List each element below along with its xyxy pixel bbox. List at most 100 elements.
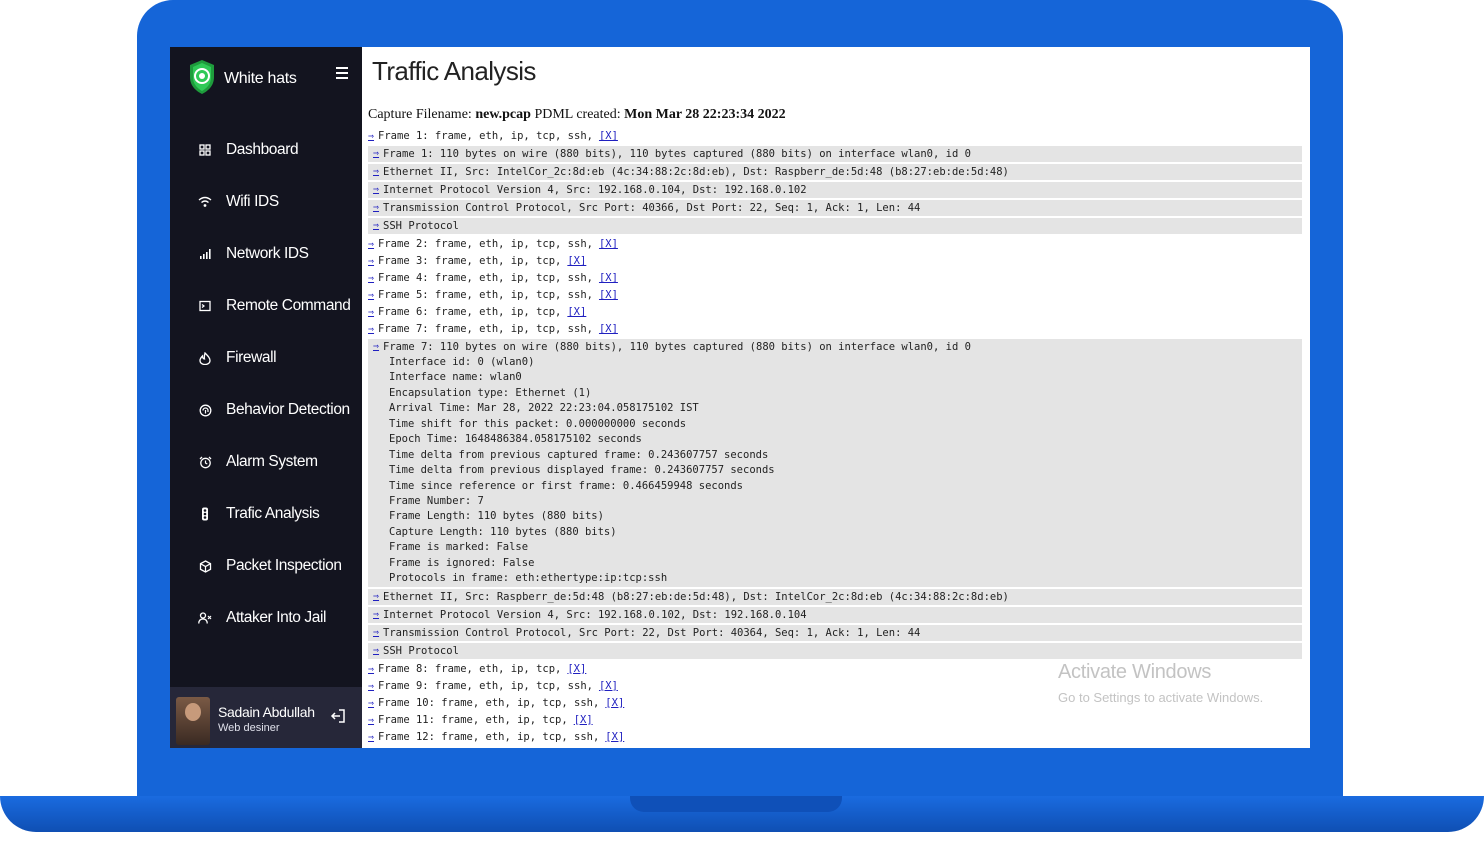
sidebar-item-dashboard[interactable]: Dashboard [170,124,362,176]
collapse-link[interactable]: [X] [599,236,618,253]
expand-arrow-icon[interactable]: ⇒ [373,146,379,162]
frame-field: Protocols in frame: eth:ethertype:ip:tcp… [389,572,668,585]
sidebar-item-attacker-into-jail[interactable]: Attaker Into Jail [170,592,362,644]
detail-text: Ethernet II, Src: Raspberr_de:5d:48 (b8:… [383,590,1009,603]
app-window: White hats Dashboard Wifi IDS Network ID… [170,47,1310,748]
frame-summary: Frame 8: frame, eth, ip, tcp, [378,662,562,675]
detail-row: ⇒ Transmission Control Protocol, Src Port… [368,624,1302,641]
expand-arrow-icon[interactable]: ⇒ [373,625,379,641]
capture-filename-label: Capture Filename: [368,107,472,122]
expand-arrow-icon[interactable]: ⇒ [373,200,379,216]
sidebar-item-traffic-analysis[interactable]: Trafic Analysis [170,488,362,540]
user-profile: Sadain Abdullah Web desiner [170,687,362,748]
package-icon [198,559,212,573]
frame-row: ⇒ Frame 5: frame, eth, ip, tcp, ssh, [X] [368,287,1302,304]
frame-row: ⇒ Frame 7: frame, eth, ip, tcp, ssh, [X] [368,321,1302,338]
traffic-light-icon [198,507,212,521]
collapse-link[interactable]: [X] [567,253,586,270]
logout-icon[interactable] [330,708,346,724]
brand[interactable]: White hats [188,59,297,99]
user-remove-icon [198,611,212,625]
collapse-link[interactable]: [X] [599,270,618,287]
detail-text: Internet Protocol Version 4, Src: 192.16… [383,608,807,621]
detail-head: ⇒ Frame 7: 110 bytes on wire (880 bits), … [373,339,1302,355]
expand-arrow-icon[interactable]: ⇒ [373,607,379,623]
expand-arrow-icon[interactable]: ⇒ [368,270,374,287]
frame-row: ⇒ Frame 2: frame, eth, ip, tcp, ssh, [X] [368,236,1302,253]
capture-info: Capture Filename: new.pcap PDML created:… [368,107,786,123]
sidebar-item-network-ids[interactable]: Network IDS [170,228,362,280]
expand-arrow-icon[interactable]: ⇒ [368,678,374,695]
frame-row: ⇒ Frame 12: frame, eth, ip, tcp, ssh, [X] [368,729,1302,746]
profile-role: Web desiner [218,722,280,734]
expand-arrow-icon[interactable]: ⇒ [368,128,374,145]
collapse-link[interactable]: [X] [599,321,618,338]
sidebar-item-wifi-ids[interactable]: Wifi IDS [170,176,362,228]
frame-field: Frame Number: 7 [389,494,484,507]
windows-activation-watermark: Activate Windows Go to Settings to activ… [1058,661,1263,705]
frame-field: Time shift for this packet: 0.000000000 … [389,417,687,430]
expand-arrow-icon[interactable]: ⇒ [368,661,374,678]
shield-logo-icon [188,59,216,100]
menu-toggle-icon[interactable] [336,67,348,79]
pdml-created-label: PDML created: [534,107,621,122]
brand-name: White hats [224,70,297,87]
expand-arrow-icon[interactable]: ⇒ [368,236,374,253]
capture-filename: new.pcap [475,107,531,122]
collapse-link[interactable]: [X] [567,304,586,321]
detail-row: ⇒ Ethernet II, Src: IntelCor_2c:8d:eb (4c… [368,164,1302,180]
expand-arrow-icon[interactable]: ⇒ [373,218,379,234]
frame-summary: Frame 6: frame, eth, ip, tcp, [378,306,562,318]
frame-row: ⇒ Frame 4: frame, eth, ip, tcp, ssh, [X] [368,270,1302,287]
expand-arrow-icon[interactable]: ⇒ [368,287,374,304]
sidebar-item-alarm-system[interactable]: Alarm System [170,436,362,488]
signal-bars-icon [198,247,212,261]
expand-arrow-icon[interactable]: ⇒ [368,729,374,746]
collapse-link[interactable]: [X] [605,695,624,712]
sidebar-item-label: Alarm System [226,453,318,470]
watermark-title: Activate Windows [1058,661,1212,683]
collapse-link[interactable]: [X] [605,729,624,746]
expand-arrow-icon[interactable]: ⇒ [373,164,379,180]
expand-arrow-icon[interactable]: ⇒ [373,589,379,605]
collapse-link[interactable]: [X] [599,128,618,145]
expand-arrow-icon[interactable]: ⇒ [368,304,374,321]
collapse-link[interactable]: [X] [574,712,593,729]
fingerprint-icon [198,403,212,417]
frame-summary: Frame 1: frame, eth, ip, tcp, ssh, [378,130,593,142]
expand-arrow-icon[interactable]: ⇒ [373,643,379,659]
detail-text: Frame 7: 110 bytes on wire (880 bits), 1… [383,341,971,353]
frame-summary: Frame 5: frame, eth, ip, tcp, ssh, [378,289,593,301]
detail-row: ⇒ Frame 1: 110 bytes on wire (880 bits), … [368,146,1302,162]
collapse-link[interactable]: [X] [599,287,618,304]
sidebar-item-remote-command[interactable]: Remote Command [170,280,362,332]
frame-field: Epoch Time: 1648486384.058175102 seconds [389,433,642,446]
wifi-icon [198,195,212,209]
frame-field: Interface id: 0 (wlan0) [389,356,535,368]
sidebar-item-firewall[interactable]: Firewall [170,332,362,384]
expand-arrow-icon[interactable]: ⇒ [373,182,379,198]
expand-arrow-icon[interactable]: ⇒ [368,695,374,712]
main-content: Traffic Analysis Capture Filename: new.p… [362,47,1310,748]
expand-arrow-icon[interactable]: ⇒ [368,253,374,270]
profile-name: Sadain Abdullah [218,704,315,720]
expand-arrow-icon[interactable]: ⇒ [368,712,374,729]
frame-row: ⇒ Frame 3: frame, eth, ip, tcp, [X] [368,253,1302,270]
expand-arrow-icon[interactable]: ⇒ [373,339,379,355]
avatar[interactable] [176,697,210,745]
detail-row: ⇒ Ethernet II, Src: Raspberr_de:5d:48 (b8… [368,588,1302,605]
frame-summary: Frame 11: frame, eth, ip, tcp, [378,713,568,726]
frame-field: Arrival Time: Mar 28, 2022 22:23:04.0581… [389,402,699,415]
sidebar-item-behavior-detection[interactable]: Behavior Detection [170,384,362,436]
sidebar-item-label: Behavior Detection [226,401,350,418]
collapse-link[interactable]: [X] [567,661,586,678]
frame-detail-expanded: ⇒ Frame 7: 110 bytes on wire (880 bits), … [368,339,1302,587]
frame-summary: Frame 3: frame, eth, ip, tcp, [378,255,562,267]
frame-summary: Frame 4: frame, eth, ip, tcp, ssh, [378,272,593,284]
frame-field: Frame is marked: False [389,541,529,554]
sidebar-item-label: Trafic Analysis [226,505,320,522]
collapse-link[interactable]: [X] [599,678,618,695]
sidebar-item-packet-inspection[interactable]: Packet Inspection [170,540,362,592]
expand-arrow-icon[interactable]: ⇒ [368,321,374,338]
watermark-subtitle: Go to Settings to activate Windows. [1058,690,1264,705]
